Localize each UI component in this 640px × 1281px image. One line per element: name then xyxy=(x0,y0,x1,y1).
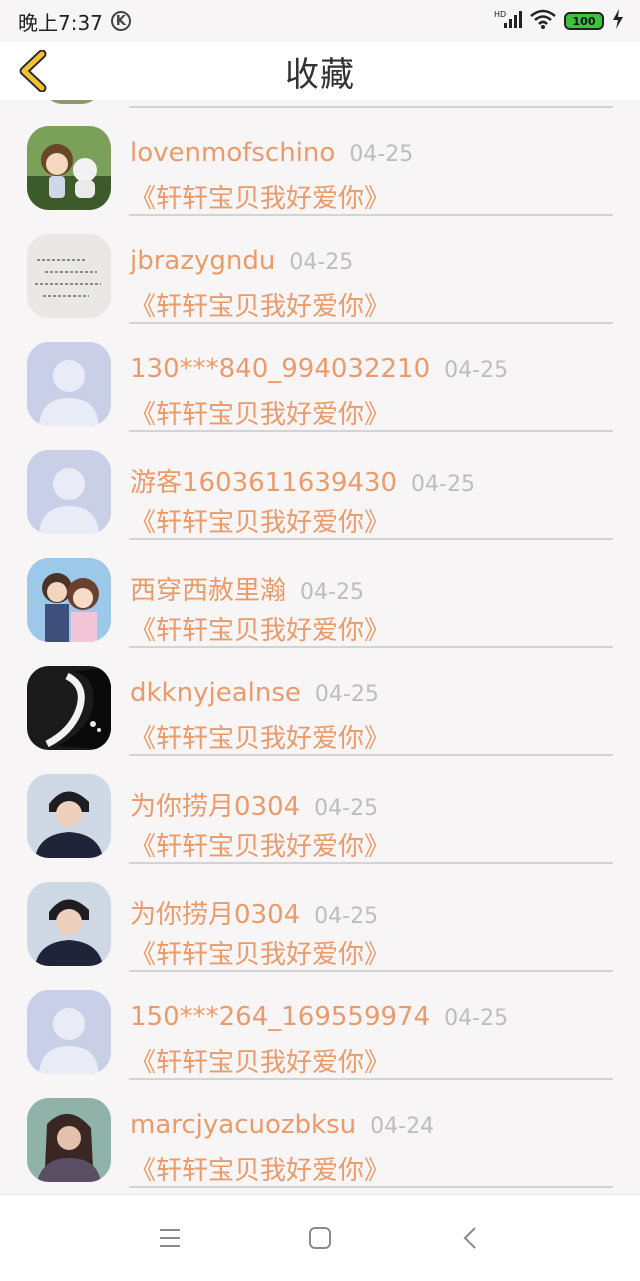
item-header: lovenmofschino 04-25 xyxy=(130,138,413,168)
status-left: 晚上7:37 K xyxy=(18,7,131,36)
post-title[interactable]: 《轩轩宝贝我好爱你》 xyxy=(130,394,390,431)
page-title: 收藏 xyxy=(285,54,355,95)
status-right: HD 100 xyxy=(494,9,624,33)
user-name[interactable]: marcjyacuozbksu xyxy=(130,1110,356,1140)
list-item[interactable]: lovenmofschino 04-25 《轩轩宝贝我好爱你》 xyxy=(0,108,640,216)
status-time: 晚上7:37 xyxy=(18,10,103,35)
post-title[interactable]: 《轩轩宝贝我好爱你》 xyxy=(130,718,390,755)
item-header: 游客1603611639430 04-25 xyxy=(130,462,475,499)
header-bar: 收藏 xyxy=(0,42,640,100)
back-button[interactable] xyxy=(10,48,56,94)
svg-text:HD: HD xyxy=(494,10,506,19)
item-header: 130***840_994032210 04-25 xyxy=(130,354,508,384)
item-date: 04-25 xyxy=(411,472,475,497)
chevron-left-icon xyxy=(19,50,47,92)
boy-photo-avatar[interactable] xyxy=(27,774,111,858)
anime-figure-avatar[interactable] xyxy=(27,126,111,210)
status-bar: 晚上7:37 K HD 100 xyxy=(0,0,640,42)
list-item[interactable]: marcjyacuozbksu 04-24 《轩轩宝贝我好爱你》 xyxy=(0,1080,640,1188)
user-name[interactable]: 130***840_994032210 xyxy=(130,354,430,384)
charging-icon xyxy=(612,9,624,33)
user-name[interactable]: 为你捞月0304 xyxy=(130,786,300,823)
item-date: 04-25 xyxy=(444,1006,509,1031)
item-header: jbrazygndu 04-25 xyxy=(130,246,353,276)
default-avatar[interactable] xyxy=(27,450,111,534)
menu-icon xyxy=(160,1229,180,1247)
post-title[interactable]: 《轩轩宝贝我好爱你》 xyxy=(130,286,390,323)
post-title[interactable]: 《轩轩宝贝我好爱你》 xyxy=(130,502,390,539)
post-title[interactable]: 《轩轩宝贝我好爱你》 xyxy=(130,934,390,971)
item-header: marcjyacuozbksu 04-24 xyxy=(130,1110,434,1140)
post-title[interactable]: 《轩轩宝贝我好爱你》 xyxy=(130,178,390,215)
item-date: 04-25 xyxy=(314,682,379,707)
item-header: 为你捞月0304 04-25 xyxy=(130,894,378,931)
avatar xyxy=(44,100,100,104)
item-date: 04-25 xyxy=(444,358,509,383)
list-item[interactable]: 150***264_169559974 04-25 《轩轩宝贝我好爱你》 xyxy=(0,972,640,1080)
item-header: 西穿西赦里瀚 04-25 xyxy=(130,570,364,607)
ink-art-avatar[interactable] xyxy=(27,666,111,750)
list-item[interactable]: 为你捞月0304 04-25 《轩轩宝贝我好爱你》 xyxy=(0,756,640,864)
item-date: 04-25 xyxy=(300,580,364,605)
user-name[interactable]: dkknyjealnse xyxy=(130,678,301,708)
item-date: 04-25 xyxy=(314,796,379,821)
list-item[interactable]: jbrazygndu 04-25 《轩轩宝贝我好爱你》 xyxy=(0,216,640,324)
post-title[interactable]: 《轩轩宝贝我好爱你》 xyxy=(130,1150,390,1187)
home-button[interactable] xyxy=(300,1218,340,1258)
item-date: 04-24 xyxy=(370,1114,435,1139)
user-name[interactable]: lovenmofschino xyxy=(130,138,335,168)
home-square-icon xyxy=(309,1227,331,1249)
user-name[interactable]: 150***264_169559974 xyxy=(130,1002,430,1032)
system-nav-bar xyxy=(0,1194,640,1281)
list-item[interactable]: 130***840_994032210 04-25 《轩轩宝贝我好爱你》 xyxy=(0,324,640,432)
list-item[interactable]: 游客1603611639430 04-25 《轩轩宝贝我好爱你》 xyxy=(0,432,640,540)
item-header: 为你捞月0304 04-25 xyxy=(130,786,378,823)
item-date: 04-25 xyxy=(314,904,379,929)
item-header: dkknyjealnse 04-25 xyxy=(130,678,379,708)
default-avatar[interactable] xyxy=(27,990,111,1074)
item-header: 150***264_169559974 04-25 xyxy=(130,1002,508,1032)
k-app-icon: K xyxy=(110,11,131,31)
back-triangle-icon xyxy=(463,1227,476,1249)
favorites-list[interactable]: lovenmofschino 04-25 《轩轩宝贝我好爱你》 jbrazygn… xyxy=(0,100,640,1194)
divider xyxy=(129,1186,613,1188)
post-title[interactable]: 《轩轩宝贝我好爱你》 xyxy=(130,1042,390,1079)
user-name[interactable]: 西穿西赦里瀚 xyxy=(130,570,286,607)
user-name[interactable]: 为你捞月0304 xyxy=(130,894,300,931)
signal-icon: HD xyxy=(494,9,522,33)
list-item[interactable]: 为你捞月0304 04-25 《轩轩宝贝我好爱你》 xyxy=(0,864,640,972)
post-title[interactable]: 《轩轩宝贝我好爱你》 xyxy=(130,610,390,647)
wifi-icon xyxy=(530,9,556,33)
default-avatar[interactable] xyxy=(27,342,111,426)
item-date: 04-25 xyxy=(289,250,354,275)
list-item[interactable]: 西穿西赦里瀚 04-25 《轩轩宝贝我好爱你》 xyxy=(0,540,640,648)
user-name[interactable]: jbrazygndu xyxy=(130,246,275,276)
back-nav-button[interactable] xyxy=(450,1218,490,1258)
handwriting-avatar[interactable] xyxy=(27,234,111,318)
girl-photo-avatar[interactable] xyxy=(27,1098,111,1182)
user-name[interactable]: 游客1603611639430 xyxy=(130,462,397,499)
list-item[interactable]: dkknyjealnse 04-25 《轩轩宝贝我好爱你》 xyxy=(0,648,640,756)
battery-icon: 100 xyxy=(564,12,604,30)
boy-photo-avatar[interactable] xyxy=(27,882,111,966)
anime-couple-avatar[interactable] xyxy=(27,558,111,642)
post-title[interactable]: 《轩轩宝贝我好爱你》 xyxy=(130,826,390,863)
menu-button[interactable] xyxy=(150,1218,190,1258)
item-date: 04-25 xyxy=(349,142,414,167)
